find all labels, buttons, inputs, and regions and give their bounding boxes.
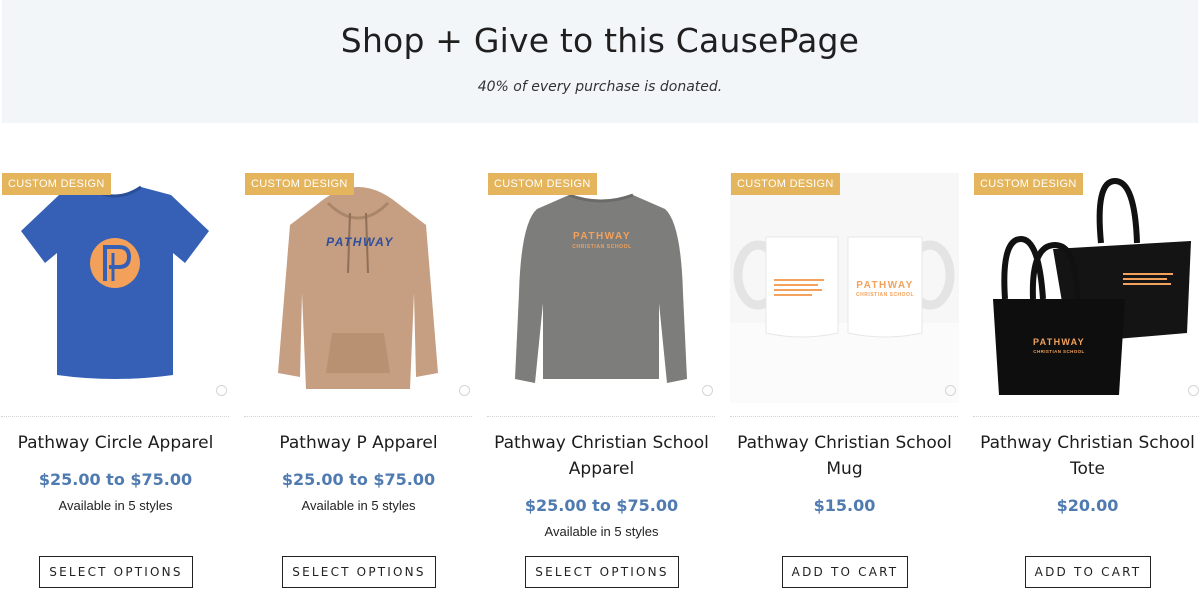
divider xyxy=(1,416,229,417)
product-name[interactable]: Pathway Christian School Apparel xyxy=(487,430,716,482)
product-price: $20.00 xyxy=(1056,496,1119,515)
add-to-cart-button[interactable]: ADD TO CART xyxy=(782,556,908,588)
hoodie-print: PATHWAY xyxy=(326,235,394,249)
product-image[interactable]: PATHWAY CHRISTIAN SCHOOL CUSTOM DESIGN xyxy=(973,173,1200,403)
watermark-icon xyxy=(1188,385,1199,396)
custom-design-badge: CUSTOM DESIGN xyxy=(731,173,840,195)
product-image[interactable]: PATHWAY CUSTOM DESIGN xyxy=(244,173,473,403)
product-availability: Available in 5 styles xyxy=(301,498,416,513)
sweatshirt-image: PATHWAY CHRISTIAN SCHOOL xyxy=(515,193,687,383)
sweatshirt-print-sub: CHRISTIAN SCHOOL xyxy=(572,244,632,250)
product-price: $25.00 to $75.00 xyxy=(524,496,679,515)
watermark-icon xyxy=(945,385,956,396)
product-price: $25.00 to $75.00 xyxy=(281,470,436,489)
tote-print: PATHWAY xyxy=(1033,337,1085,347)
watermark-icon xyxy=(216,385,227,396)
page-title: Shop + Give to this CausePage xyxy=(340,21,860,60)
watermark-icon xyxy=(702,385,713,396)
product-availability: Available in 5 styles xyxy=(58,498,173,513)
add-to-cart-button[interactable]: ADD TO CART xyxy=(1025,556,1151,588)
select-options-button[interactable]: SELECT OPTIONS xyxy=(282,556,436,588)
page-subtitle: 40% of every purchase is donated. xyxy=(477,79,723,95)
product-image[interactable]: PATHWAY CHRISTIAN SCHOOL CUSTOM DESIGN xyxy=(730,173,959,403)
custom-design-badge: CUSTOM DESIGN xyxy=(488,173,597,195)
mugs-image: PATHWAY CHRISTIAN SCHOOL xyxy=(730,173,959,403)
product-card: PATHWAY CHRISTIAN SCHOOL CUSTOM DESIGN P… xyxy=(973,173,1200,602)
product-price: $15.00 xyxy=(813,496,876,515)
divider xyxy=(973,416,1200,417)
product-card: PATHWAY CHRISTIAN SCHOOL CUSTOM DESIGN P… xyxy=(730,173,960,602)
divider xyxy=(487,416,715,417)
select-options-button[interactable]: SELECT OPTIONS xyxy=(39,556,193,588)
hoodie-image: PATHWAY xyxy=(278,187,438,389)
mug-print: PATHWAY xyxy=(856,280,913,291)
divider xyxy=(244,416,472,417)
product-name[interactable]: Pathway Circle Apparel xyxy=(1,430,230,456)
custom-design-badge: CUSTOM DESIGN xyxy=(974,173,1083,195)
product-price: $25.00 to $75.00 xyxy=(38,470,193,489)
tote-bags-image: PATHWAY CHRISTIAN SCHOOL xyxy=(993,177,1191,395)
custom-design-badge: CUSTOM DESIGN xyxy=(245,173,354,195)
tote-print-sub: CHRISTIAN SCHOOL xyxy=(1033,349,1084,354)
product-card: CUSTOM DESIGN Pathway Circle Apparel $25… xyxy=(1,173,231,602)
sweatshirt-print: PATHWAY xyxy=(573,231,631,242)
product-card: PATHWAY CUSTOM DESIGN Pathway P Apparel … xyxy=(244,173,474,602)
product-card: PATHWAY CHRISTIAN SCHOOL CUSTOM DESIGN P… xyxy=(487,173,717,602)
select-options-button[interactable]: SELECT OPTIONS xyxy=(525,556,679,588)
hero-banner: Shop + Give to this CausePage 40% of eve… xyxy=(2,0,1198,123)
product-name[interactable]: Pathway Christian School Mug xyxy=(730,430,959,482)
product-name[interactable]: Pathway P Apparel xyxy=(244,430,473,456)
product-availability: Available in 5 styles xyxy=(544,524,659,539)
tshirt-image xyxy=(21,185,209,379)
product-image[interactable]: CUSTOM DESIGN xyxy=(1,173,230,403)
watermark-icon xyxy=(459,385,470,396)
product-image[interactable]: PATHWAY CHRISTIAN SCHOOL CUSTOM DESIGN xyxy=(487,173,716,403)
mug-print-sub: CHRISTIAN SCHOOL xyxy=(856,292,914,298)
custom-design-badge: CUSTOM DESIGN xyxy=(2,173,111,195)
divider xyxy=(730,416,958,417)
product-name[interactable]: Pathway Christian School Tote xyxy=(973,430,1200,482)
